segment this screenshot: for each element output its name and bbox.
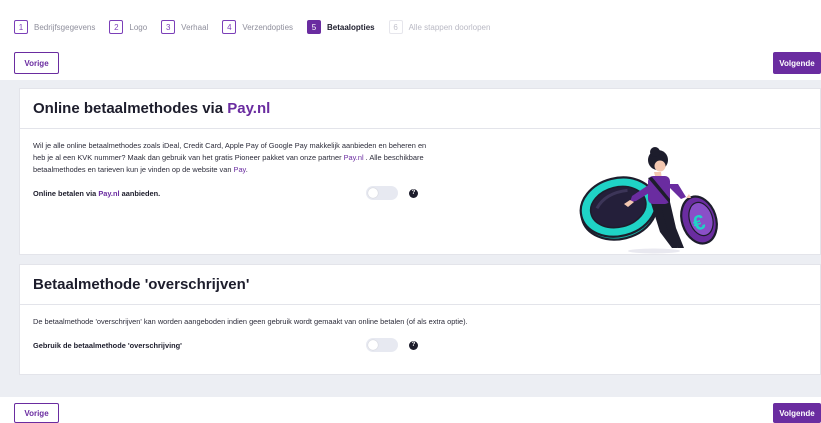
next-button-bottom[interactable]: Volgende	[773, 403, 821, 423]
transfer-payment-toggle[interactable]	[366, 338, 398, 352]
step-bedrijfsgegevens[interactable]: 1 Bedrijfsgegevens	[14, 20, 95, 34]
pay-website-link[interactable]: Pay	[234, 165, 246, 174]
online-payment-toggle[interactable]	[366, 186, 398, 200]
top-bar: 1 Bedrijfsgegevens 2 Logo 3 Verhaal 4 Ve…	[0, 0, 821, 80]
help-icon[interactable]: ?	[409, 340, 418, 350]
option-paynl-link[interactable]: Pay.nl	[98, 189, 119, 198]
step-number: 6	[388, 20, 403, 34]
next-button-top[interactable]: Volgende	[773, 52, 821, 74]
card-header: Betaalmethode 'overschrijven'	[20, 265, 820, 305]
step-number: 5	[307, 20, 322, 34]
card-title: Betaalmethode 'overschrijven'	[33, 276, 250, 293]
paynl-link[interactable]: Pay.nl	[344, 153, 364, 162]
bottom-bar	[0, 397, 821, 423]
prev-button-bottom[interactable]: Vorige	[14, 403, 59, 423]
title-accent: Pay.nl	[227, 100, 271, 117]
online-option-label: Online betalen via Pay.nl aanbieden.	[33, 189, 366, 198]
title-text: Online betaalmethodes via	[33, 100, 228, 117]
transfer-option-row: Gebruik de betaalmethode 'overschrijving…	[33, 337, 807, 353]
step-label: Alle stappen doorlopen	[408, 22, 491, 32]
card-body: De betaalmethode 'overschrijven' kan wor…	[20, 305, 820, 364]
transfer-payment-card: Betaalmethode 'overschrijven' De betaalm…	[19, 264, 821, 375]
step-verhaal[interactable]: 3 Verhaal	[161, 20, 208, 34]
option-text-end: aanbieden.	[119, 188, 161, 198]
online-description: Wil je alle online betaalmethodes zoals …	[33, 140, 428, 176]
step-label: Verzendopties	[242, 22, 294, 32]
card-title: Online betaalmethodes via Pay.nl	[33, 100, 270, 117]
step-label: Verhaal	[181, 22, 209, 32]
description-end: .	[245, 165, 248, 174]
toggle-knob	[368, 340, 378, 350]
step-verzendopties[interactable]: 4 Verzendopties	[222, 20, 293, 34]
help-icon[interactable]: ?	[409, 188, 418, 198]
step-label: Betaalopties	[327, 22, 375, 32]
step-label: Logo	[129, 22, 148, 32]
step-number: 1	[14, 20, 28, 34]
toggle-knob	[368, 188, 378, 198]
prev-button-top[interactable]: Vorige	[14, 52, 59, 74]
step-number: 2	[109, 20, 124, 34]
step-number: 4	[222, 20, 237, 34]
wizard-steps: 1 Bedrijfsgegevens 2 Logo 3 Verhaal 4 Ve…	[14, 20, 504, 34]
step-number: 3	[161, 20, 176, 34]
step-logo[interactable]: 2 Logo	[109, 20, 147, 34]
step-betaalopties[interactable]: 5 Betaalopties	[307, 20, 375, 34]
transfer-description: De betaalmethode 'overschrijven' kan wor…	[33, 317, 468, 326]
option-text: Online betalen via	[33, 188, 99, 198]
step-label: Bedrijfsgegevens	[34, 22, 96, 32]
step-alle-stappen[interactable]: 6 Alle stappen doorlopen	[388, 20, 491, 34]
online-payment-card: Online betaalmethodes via Pay.nl Wil je …	[19, 88, 821, 255]
payment-coins-illustration: €	[579, 147, 718, 254]
transfer-option-label: Gebruik de betaalmethode 'overschrijving…	[33, 340, 182, 350]
